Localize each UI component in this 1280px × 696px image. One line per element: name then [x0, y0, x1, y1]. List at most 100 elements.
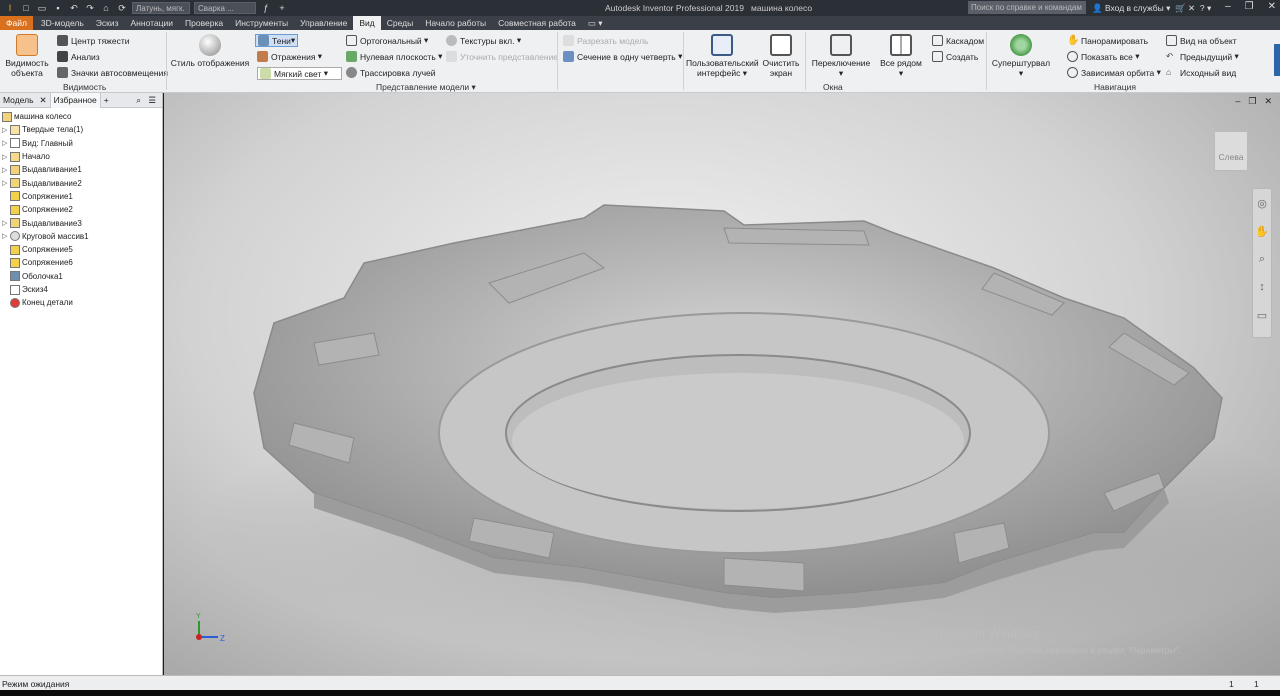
material-combo[interactable]: Латунь, мягк. — [132, 2, 190, 14]
tab-tools[interactable]: Инструменты — [229, 16, 294, 30]
minimize-icon[interactable]: – — [1225, 1, 1231, 12]
redo-icon[interactable]: ↷ — [84, 2, 96, 14]
new-window-button[interactable]: Создать — [932, 51, 978, 62]
user-interface-button[interactable]: Пользовательский интерфейс ▾ — [686, 34, 759, 78]
split-model-button[interactable]: Разрезать модель — [563, 35, 648, 46]
tab-inspect[interactable]: Проверка — [179, 16, 229, 30]
tree-item[interactable]: Сопряжение5 — [2, 243, 162, 256]
shadows-button[interactable]: Тени ▾ — [255, 34, 299, 47]
app-menu-icon[interactable]: I — [4, 2, 16, 14]
expand-icon[interactable]: ▷ — [2, 139, 10, 147]
title-bar: I □ ▭ ▪ ↶ ↷ ⌂ ⟳ Латунь, мягк. Сварка ...… — [0, 0, 1280, 16]
menu-icon[interactable]: ☰ — [145, 95, 159, 106]
tree-item[interactable]: Конец детали — [2, 296, 162, 309]
tree-item[interactable]: ▷ Выдавливание3 — [2, 216, 162, 229]
home-icon[interactable]: ⌂ — [100, 2, 112, 14]
tab-manage[interactable]: Управление — [294, 16, 353, 30]
close-icon[interactable]: ✕ — [1268, 1, 1276, 12]
lighting-style-select[interactable]: Мягкий свет ▾ — [257, 67, 342, 80]
plus-icon[interactable]: + — [276, 2, 288, 14]
undo-icon[interactable]: ↶ — [68, 2, 80, 14]
tab-environments[interactable]: Среды — [381, 16, 419, 30]
tab-model-browser[interactable]: Модель — [0, 95, 37, 105]
signin-button[interactable]: 👤 Вход в службы ▾ 🛒 ✕ ? ▾ — [1092, 3, 1211, 14]
tab-more-icon[interactable]: ▭ ▾ — [582, 16, 609, 30]
zoom-all-button[interactable]: Показать все ▾ — [1067, 51, 1140, 62]
update-icon[interactable]: ⟳ — [116, 2, 128, 14]
tree-item[interactable]: ▷ Выдавливание2 — [2, 176, 162, 189]
refine-view-button[interactable]: Уточнить представление — [446, 51, 558, 62]
save-icon[interactable]: ▪ — [52, 2, 64, 14]
tree-item[interactable]: ▷ Круговой массив1 — [2, 230, 162, 243]
tree-item[interactable]: Сопряжение6 — [2, 256, 162, 269]
expand-icon[interactable]: ▷ — [2, 126, 10, 134]
tree-item[interactable]: Сопряжение1 — [2, 190, 162, 203]
search-icon[interactable]: ⌕ — [133, 95, 144, 106]
expand-icon[interactable]: ▷ — [2, 232, 10, 240]
help-search-input[interactable]: Поиск по справке и командам — [968, 1, 1086, 14]
expand-icon[interactable]: ▷ — [2, 179, 10, 187]
home-view-button[interactable]: ⌂ Исходный вид — [1166, 67, 1236, 78]
add-tab-icon[interactable]: + — [101, 95, 112, 105]
x-axis-dot — [196, 634, 202, 640]
textures-button[interactable]: Текстуры вкл. ▾ — [446, 35, 521, 46]
switch-window-button[interactable]: Переключение ▾ — [808, 34, 874, 78]
orthographic-button[interactable]: Ортогональный ▾ — [346, 35, 428, 46]
tab-3d-model[interactable]: 3D-модель — [35, 16, 90, 30]
view-cube[interactable]: Слева — [1214, 131, 1248, 171]
expand-icon[interactable]: ▷ — [2, 166, 10, 174]
tab-sketch[interactable]: Эскиз — [90, 16, 125, 30]
ground-plane-button[interactable]: Нулевая плоскость ▾ — [346, 51, 442, 62]
analysis-button[interactable]: Анализ — [57, 51, 100, 62]
full-navigation-wheel-button[interactable]: Суперштурвал ▾ — [990, 34, 1052, 78]
object-visibility-button[interactable]: Видимость объекта — [4, 34, 50, 78]
arrange-all-icon — [890, 34, 912, 56]
look-at-icon[interactable]: ▭ — [1253, 301, 1271, 329]
center-of-gravity-button[interactable]: Центр тяжести — [57, 35, 130, 46]
arrange-all-button[interactable]: Все рядом ▾ — [876, 34, 926, 78]
expand-icon[interactable]: ▷ — [2, 153, 10, 161]
tab-collaborate[interactable]: Совместная работа — [492, 16, 582, 30]
steering-wheel-icon[interactable]: ◎ — [1253, 189, 1271, 217]
graphics-viewport[interactable]: – ❐ ✕ Слева ◎ ✋ ⌕ ↕ ▭ Y Z Активация Wind… — [164, 93, 1280, 675]
constrained-orbit-button[interactable]: Зависимая орбита ▾ — [1067, 67, 1161, 78]
extrude-icon — [10, 178, 20, 189]
tab-get-started[interactable]: Начало работы — [419, 16, 492, 30]
clean-screen-button[interactable]: Очистить экран — [760, 34, 802, 78]
restore-icon[interactable]: ❐ — [1245, 1, 1254, 12]
tree-item[interactable]: ▷ Начало — [2, 150, 162, 163]
tab-file[interactable]: Файл — [0, 16, 33, 30]
tree-item[interactable]: Сопряжение2 — [2, 203, 162, 216]
new-file-icon[interactable]: □ — [20, 2, 32, 14]
circular-pattern-icon — [10, 231, 20, 242]
previous-view-button[interactable]: ↶ Предыдущий ▾ — [1166, 51, 1239, 62]
browser-header: Модель ✕ Избранное + ⌕ ☰ — [0, 92, 162, 108]
tree-item[interactable]: ▷ Твердые тела(1) — [2, 123, 162, 136]
reflections-button[interactable]: Отражения ▾ — [257, 51, 322, 62]
visual-style-button[interactable]: Стиль отображения — [170, 34, 250, 68]
view-rep-icon — [10, 138, 20, 149]
extrude-icon — [10, 218, 20, 229]
tree-item[interactable]: Оболочка1 — [2, 270, 162, 283]
appearance-combo[interactable]: Сварка ... — [194, 2, 256, 14]
tab-annotate[interactable]: Аннотации — [125, 16, 180, 30]
close-model-tab-icon[interactable]: ✕ — [37, 95, 50, 106]
tab-view[interactable]: Вид — [353, 16, 381, 30]
pan-button[interactable]: ✋ Панорамировать — [1067, 35, 1148, 46]
ray-tracing-button[interactable]: Трассировка лучей — [346, 67, 436, 78]
orbit-icon[interactable]: ↕ — [1253, 273, 1271, 301]
quarter-section-button[interactable]: Сечение в одну четверть ▾ — [563, 51, 682, 62]
open-file-icon[interactable]: ▭ — [36, 2, 48, 14]
tree-item[interactable]: ▷ Вид: Главный — [2, 137, 162, 150]
look-at-button[interactable]: Вид на объект — [1166, 35, 1237, 46]
zoom-icon[interactable]: ⌕ — [1253, 245, 1271, 273]
expand-icon[interactable]: ▷ — [2, 219, 10, 227]
dof-button[interactable]: Значки автосовмещения — [57, 67, 168, 78]
tree-item[interactable]: Эскиз4 — [2, 283, 162, 296]
tree-item[interactable]: ▷ Выдавливание1 — [2, 163, 162, 176]
tab-favorites[interactable]: Избранное — [49, 92, 101, 108]
cascade-button[interactable]: Каскадом — [932, 35, 984, 46]
tree-item-root[interactable]: машина колесо — [2, 110, 162, 123]
pan-icon[interactable]: ✋ — [1253, 217, 1271, 245]
measure-icon[interactable]: ƒ — [260, 2, 272, 14]
